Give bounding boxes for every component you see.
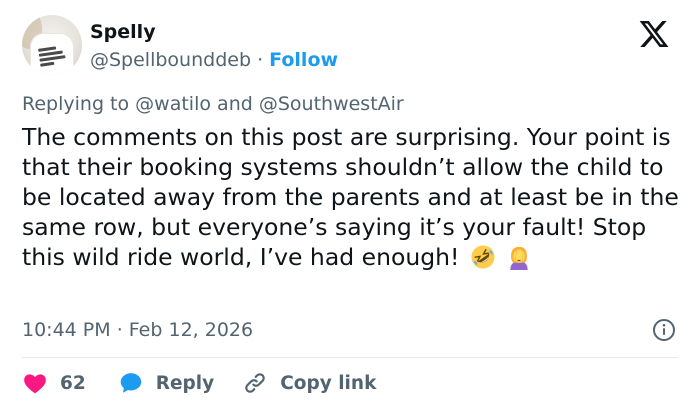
info-icon[interactable] <box>652 318 676 342</box>
link-icon <box>245 373 265 393</box>
tweet-body: The comments on this post are surprising… <box>22 122 682 272</box>
tweet-actions: 62 Reply Copy link <box>22 369 376 397</box>
reply-context: Replying to @watilo and @SouthwestAir <box>22 92 404 116</box>
timestamp-separator: · <box>116 319 123 341</box>
mention-watilo[interactable]: @watilo <box>135 93 211 115</box>
tweet-text: The comments on this post are surprising… <box>22 123 679 271</box>
reply-prefix: Replying to <box>22 93 130 115</box>
tweet-date: Feb 12, 2026 <box>128 319 254 341</box>
actions-divider <box>22 357 678 358</box>
tweet-time: 10:44 PM <box>22 319 111 341</box>
avatar-shirt-print <box>38 43 67 67</box>
tweet-timestamp[interactable]: 10:44 PM · Feb 12, 2026 <box>22 318 253 342</box>
author-name[interactable]: Spelly <box>90 20 156 44</box>
reply-conjunction: and <box>217 93 253 115</box>
chat-bubble-icon <box>120 373 142 393</box>
copy-link-button[interactable]: Copy link <box>242 370 376 396</box>
reply-label: Reply <box>155 372 215 394</box>
author-handle-row: @Spellbounddeb · Follow <box>90 48 338 72</box>
follow-button[interactable]: Follow <box>269 49 338 71</box>
rolling-on-floor-laughing-emoji <box>471 245 495 269</box>
facepalm-emoji <box>510 246 529 270</box>
like-count: 62 <box>60 372 86 394</box>
mention-southwestair[interactable]: @SouthwestAir <box>259 93 404 115</box>
embedded-tweet: Spelly @Spellbounddeb · Follow Replying … <box>0 0 700 410</box>
author-handle[interactable]: @Spellbounddeb <box>90 49 251 71</box>
like-button[interactable]: 62 <box>22 370 86 396</box>
heart-icon <box>24 374 46 394</box>
x-logo-icon[interactable] <box>638 18 670 50</box>
copy-link-label: Copy link <box>280 372 377 394</box>
handle-separator: · <box>257 49 264 71</box>
reply-button[interactable]: Reply <box>118 370 214 396</box>
avatar[interactable] <box>22 15 82 75</box>
